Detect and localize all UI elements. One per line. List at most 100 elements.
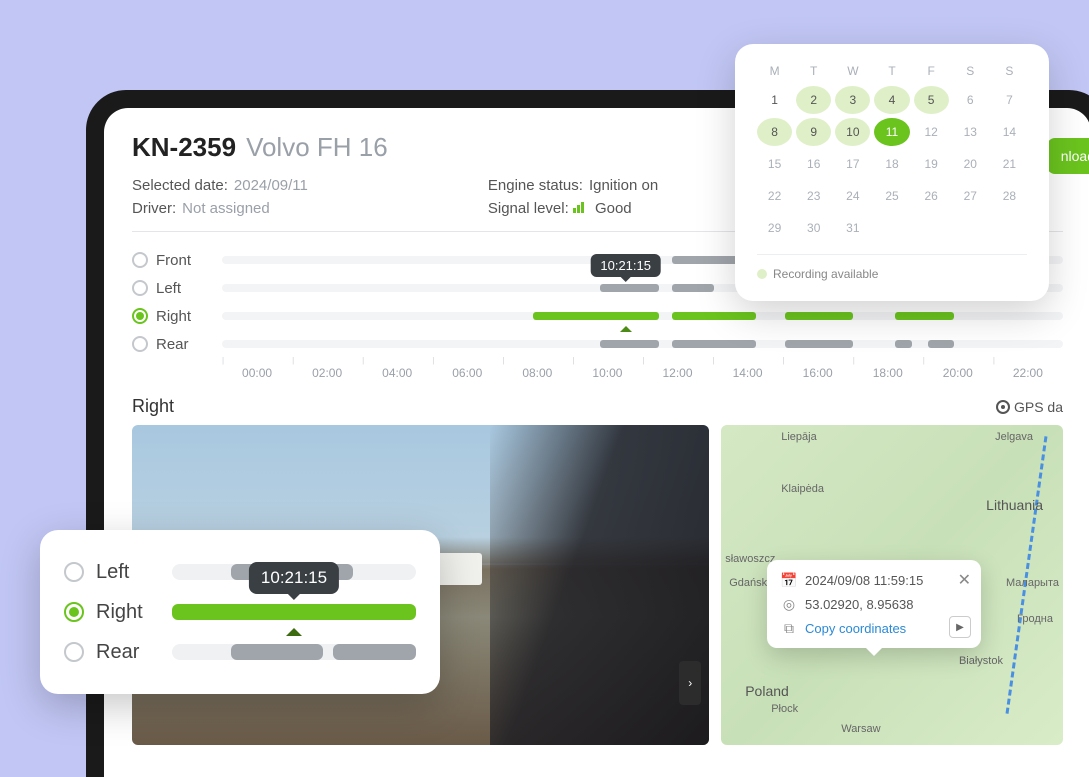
calendar-day-cell[interactable]: 15 bbox=[757, 150, 792, 178]
selected-date-label: Selected date: bbox=[132, 177, 228, 194]
calendar-day-cell[interactable]: 18 bbox=[874, 150, 909, 178]
zoom-tooltip: 10:21:15 bbox=[249, 562, 339, 594]
zoom-radio-rear[interactable] bbox=[64, 642, 84, 662]
calendar-day-cell[interactable]: 23 bbox=[796, 182, 831, 210]
map-city-label: Гродна bbox=[1017, 613, 1053, 625]
calendar-day-cell[interactable]: 3 bbox=[835, 86, 870, 114]
timeline-rear[interactable] bbox=[222, 340, 1063, 348]
timeline-marker-icon[interactable] bbox=[620, 320, 632, 332]
play-button[interactable]: ▶ bbox=[949, 616, 971, 638]
map-city-label: Klaipėda bbox=[781, 483, 824, 495]
calendar-day-cell bbox=[992, 214, 1027, 242]
zoom-track-rear[interactable] bbox=[172, 644, 416, 660]
calendar-day-cell[interactable]: 5 bbox=[914, 86, 949, 114]
target-icon bbox=[996, 400, 1010, 414]
calendar-day-cell[interactable]: 4 bbox=[874, 86, 909, 114]
camera-label-front: Front bbox=[156, 252, 191, 269]
camera-label-left: Left bbox=[156, 280, 181, 297]
next-frame-button[interactable]: › bbox=[679, 661, 701, 705]
signal-level-label: Signal level: bbox=[488, 200, 569, 217]
close-icon[interactable]: ✕ bbox=[958, 570, 971, 590]
map-city-label: sławoszcz bbox=[725, 553, 775, 565]
camera-label-right: Right bbox=[156, 308, 191, 325]
calendar-day-cell[interactable]: 14 bbox=[992, 118, 1027, 146]
calendar-day-cell[interactable]: 21 bbox=[992, 150, 1027, 178]
map-country-label: Poland bbox=[745, 683, 789, 699]
calendar-day-cell[interactable]: 30 bbox=[796, 214, 831, 242]
calendar-card: MTWTFSS 12345678910111213141516171819202… bbox=[735, 44, 1049, 301]
time-axis-tick: 14:00 bbox=[713, 366, 783, 380]
calendar-day-cell bbox=[874, 214, 909, 242]
map-city-label: Warsaw bbox=[841, 723, 880, 735]
calendar-icon: 📅 bbox=[781, 572, 797, 588]
download-button[interactable]: nload bbox=[1047, 138, 1089, 174]
calendar-day-header: T bbox=[796, 64, 831, 78]
current-camera-label: Right bbox=[132, 396, 174, 417]
map-waypoint-popup: ✕ 📅 2024/09/08 11:59:15 ◎ 53.02920, 8.95… bbox=[767, 560, 981, 648]
timeline-zoom-card: Left Right 10:21:15 Rear bbox=[40, 530, 440, 694]
calendar-day-cell[interactable]: 31 bbox=[835, 214, 870, 242]
calendar-day-header: F bbox=[914, 64, 949, 78]
calendar-day-cell[interactable]: 10 bbox=[835, 118, 870, 146]
time-axis-tick: 12:00 bbox=[642, 366, 712, 380]
calendar-day-cell bbox=[953, 214, 988, 242]
zoom-radio-left[interactable] bbox=[64, 562, 84, 582]
driver-value: Not assigned bbox=[182, 200, 270, 217]
time-axis-tick: 08:00 bbox=[502, 366, 572, 380]
camera-radio-rear[interactable]: Rear bbox=[132, 336, 222, 353]
calendar-day-cell[interactable]: 19 bbox=[914, 150, 949, 178]
zoom-marker-icon[interactable] bbox=[286, 620, 302, 636]
calendar-day-cell[interactable]: 1 bbox=[757, 86, 792, 114]
time-axis: 00:0002:0004:0006:0008:0010:0012:0014:00… bbox=[222, 366, 1063, 380]
calendar-day-cell[interactable]: 25 bbox=[874, 182, 909, 210]
map-city-label: Liepāja bbox=[781, 431, 816, 443]
calendar-day-header: M bbox=[757, 64, 792, 78]
map-city-label: Маларыта bbox=[1006, 577, 1059, 589]
zoom-track-right[interactable]: 10:21:15 bbox=[172, 604, 416, 620]
camera-radio-front[interactable]: Front bbox=[132, 252, 222, 269]
camera-radio-right[interactable]: Right bbox=[132, 308, 222, 325]
time-axis-tick: 00:00 bbox=[222, 366, 292, 380]
calendar-day-cell[interactable]: 28 bbox=[992, 182, 1027, 210]
copy-coordinates-link[interactable]: Copy coordinates bbox=[805, 621, 906, 636]
calendar-day-header: S bbox=[953, 64, 988, 78]
calendar-day-cell[interactable]: 12 bbox=[914, 118, 949, 146]
camera-label-rear: Rear bbox=[156, 336, 189, 353]
calendar-day-header: W bbox=[835, 64, 870, 78]
calendar-grid: 1234567891011121314151617181920212223242… bbox=[757, 86, 1027, 242]
calendar-day-cell[interactable]: 26 bbox=[914, 182, 949, 210]
time-axis-tick: 04:00 bbox=[362, 366, 432, 380]
time-tooltip: 10:21:15 bbox=[590, 254, 661, 277]
time-axis-tick: 16:00 bbox=[783, 366, 853, 380]
calendar-day-cell[interactable]: 24 bbox=[835, 182, 870, 210]
engine-status-value: Ignition on bbox=[589, 177, 658, 194]
calendar-day-cell[interactable]: 27 bbox=[953, 182, 988, 210]
calendar-legend: Recording available bbox=[757, 254, 1027, 281]
calendar-day-cell[interactable]: 16 bbox=[796, 150, 831, 178]
signal-bars-icon bbox=[573, 200, 585, 217]
zoom-radio-right[interactable] bbox=[64, 602, 84, 622]
calendar-day-cell[interactable]: 6 bbox=[953, 86, 988, 114]
gps-data-label[interactable]: GPS da bbox=[996, 396, 1063, 417]
calendar-day-cell[interactable]: 13 bbox=[953, 118, 988, 146]
time-axis-tick: 18:00 bbox=[853, 366, 923, 380]
calendar-day-cell[interactable]: 22 bbox=[757, 182, 792, 210]
calendar-day-cell[interactable]: 7 bbox=[992, 86, 1027, 114]
calendar-day-header: S bbox=[992, 64, 1027, 78]
vehicle-id: KN-2359 bbox=[132, 132, 236, 163]
camera-radio-left[interactable]: Left bbox=[132, 280, 222, 297]
calendar-day-cell[interactable]: 17 bbox=[835, 150, 870, 178]
calendar-day-header: T bbox=[874, 64, 909, 78]
selected-date-value: 2024/09/11 bbox=[234, 177, 308, 194]
calendar-day-cell[interactable]: 9 bbox=[796, 118, 831, 146]
popup-coordinates: 53.02920, 8.95638 bbox=[805, 597, 913, 612]
calendar-day-cell[interactable]: 20 bbox=[953, 150, 988, 178]
map-city-label: Płock bbox=[771, 703, 798, 715]
calendar-day-cell[interactable]: 29 bbox=[757, 214, 792, 242]
calendar-day-cell[interactable]: 2 bbox=[796, 86, 831, 114]
zoom-label-left: Left bbox=[96, 561, 160, 584]
calendar-day-cell[interactable]: 11 bbox=[874, 118, 909, 146]
calendar-day-cell[interactable]: 8 bbox=[757, 118, 792, 146]
calendar-day-cell bbox=[914, 214, 949, 242]
timeline-right[interactable] bbox=[222, 312, 1063, 320]
